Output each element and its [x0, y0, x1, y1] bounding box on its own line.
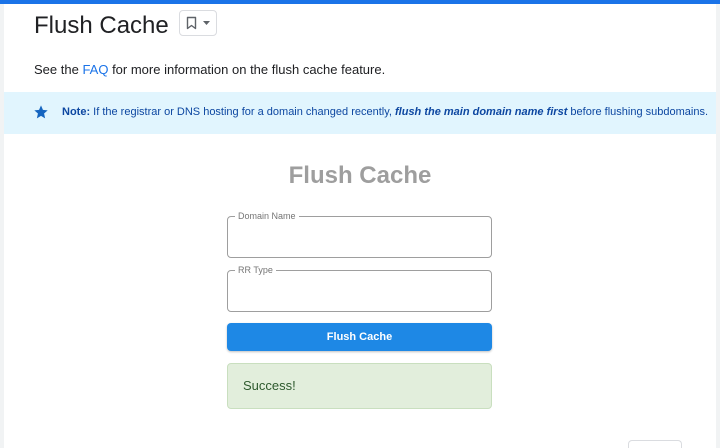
- star-icon: [33, 104, 49, 125]
- intro-prefix: See the: [34, 62, 83, 77]
- note-text: Note: If the registrar or DNS hosting fo…: [62, 103, 708, 121]
- intro-text: See the FAQ for more information on the …: [34, 60, 385, 80]
- partial-button-edge[interactable]: [628, 440, 682, 448]
- intro-suffix: for more information on the flush cache …: [108, 62, 386, 77]
- rr-type-input[interactable]: [238, 281, 482, 305]
- rr-type-field[interactable]: RR Type: [227, 264, 492, 312]
- rr-type-label: RR Type: [235, 264, 276, 276]
- form-title: Flush Cache: [288, 162, 432, 189]
- note-text-before: If the registrar or DNS hosting for a do…: [90, 106, 395, 118]
- note-label: Note:: [62, 106, 91, 118]
- page-title: Flush Cache: [34, 12, 169, 39]
- success-alert: Success!: [227, 363, 492, 409]
- domain-name-label: Domain Name: [235, 210, 299, 222]
- success-message: Success!: [243, 378, 296, 393]
- content-card: Flush Cache See the FAQ for more informa…: [4, 4, 716, 448]
- faq-link[interactable]: FAQ: [82, 62, 108, 77]
- bookmark-button[interactable]: [179, 10, 217, 36]
- note-banner: Note: If the registrar or DNS hosting fo…: [4, 92, 716, 134]
- note-emphasis: flush the main domain name first: [395, 106, 568, 118]
- note-text-after: before flushing subdomains.: [567, 106, 709, 118]
- domain-name-input[interactable]: [238, 227, 482, 251]
- bookmark-icon: [186, 16, 197, 30]
- arrow-drop-down-icon: [203, 21, 210, 25]
- domain-name-field[interactable]: Domain Name: [227, 210, 492, 258]
- flush-cache-button[interactable]: Flush Cache: [227, 323, 492, 351]
